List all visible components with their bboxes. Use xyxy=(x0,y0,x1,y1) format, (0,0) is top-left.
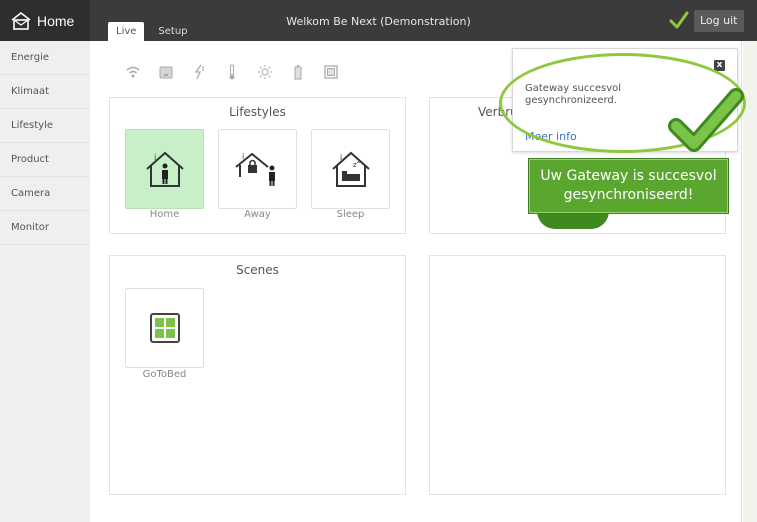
scenes-panel: Scenes GoToBed xyxy=(109,255,406,495)
panel-icon[interactable] xyxy=(317,61,344,83)
sidebar-item-energie[interactable]: Energie xyxy=(0,41,90,75)
sun-icon[interactable] xyxy=(251,61,278,83)
wifi-icon[interactable] xyxy=(119,61,146,83)
svg-text:i: i xyxy=(154,153,156,162)
sidebar: Energie Klimaat Lifestyle Product Camera… xyxy=(0,41,90,522)
away-lock-icon: i xyxy=(234,152,275,186)
scene-gotobed-tile[interactable] xyxy=(125,288,204,368)
device-icon-row xyxy=(119,61,344,83)
big-check-icon xyxy=(668,88,744,152)
tab-setup[interactable]: Setup xyxy=(150,22,195,41)
lifestyle-sleep-label: Sleep xyxy=(336,209,365,220)
lifestyle-away-tile[interactable]: i xyxy=(218,129,297,209)
battery-icon[interactable] xyxy=(284,61,311,83)
grid-icon xyxy=(149,313,180,343)
sync-callout: Uw Gateway is succesvol gesynchroniseerd… xyxy=(528,158,729,214)
callout-line-2: gesynchroniseerd! xyxy=(563,187,694,203)
home-person-icon: i xyxy=(145,151,184,187)
scenes-title: Scenes xyxy=(236,263,279,277)
sidebar-item-camera[interactable]: Camera xyxy=(0,177,90,211)
svg-text:z: z xyxy=(357,158,360,165)
empty-panel xyxy=(429,255,726,495)
svg-text:i: i xyxy=(242,152,244,161)
plug-icon[interactable] xyxy=(185,61,212,83)
sidebar-item-lifestyle[interactable]: Lifestyle xyxy=(0,109,90,143)
sidebar-item-product[interactable]: Product xyxy=(0,143,90,177)
status-check-icon xyxy=(669,11,689,29)
top-bar: Home Welkom Be Next (Demonstration) Live… xyxy=(0,0,757,41)
lifestyles-panel: Lifestyles i Home i Away z z i Sleep xyxy=(109,97,406,234)
sidebar-item-klimaat[interactable]: Klimaat xyxy=(0,75,90,109)
svg-text:i: i xyxy=(340,153,342,162)
callout-line-1: Uw Gateway is succesvol xyxy=(540,168,717,184)
tab-live[interactable]: Live xyxy=(108,22,145,41)
gateway-icon[interactable] xyxy=(152,61,179,83)
sidebar-item-monitor[interactable]: Monitor xyxy=(0,211,90,245)
lifestyle-away-label: Away xyxy=(244,209,271,220)
mode-tabs: Live Setup xyxy=(108,22,196,41)
thermometer-icon[interactable] xyxy=(218,61,245,83)
sleep-bed-icon: z z i xyxy=(331,151,370,187)
lifestyles-title: Lifestyles xyxy=(229,105,286,119)
scene-gotobed-label: GoToBed xyxy=(142,369,187,380)
lifestyle-sleep-tile[interactable]: z z i xyxy=(311,129,390,209)
lifestyle-home-label: Home xyxy=(149,209,180,220)
lifestyle-home-tile[interactable]: i xyxy=(125,129,204,209)
logout-button[interactable]: Log uit xyxy=(694,10,744,32)
